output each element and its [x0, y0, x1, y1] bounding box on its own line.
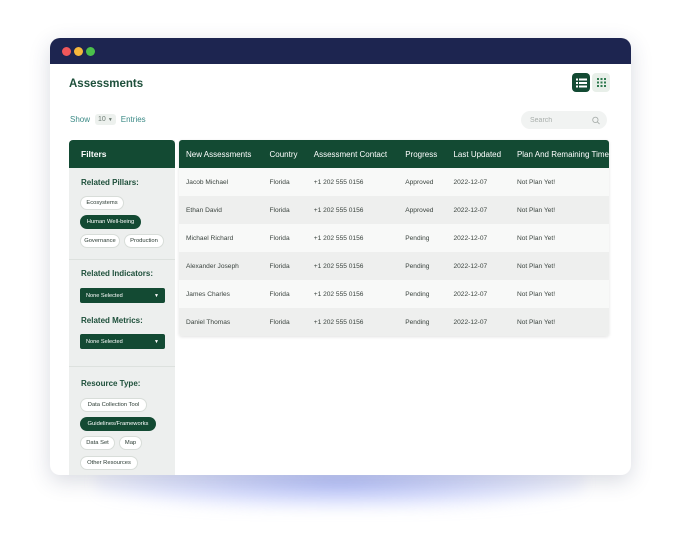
related-indicators-label: Related Indicators:: [81, 269, 154, 278]
app-window: Assessments Show 10 ▼ Entries Search Fil…: [50, 38, 631, 475]
search-icon: [592, 116, 600, 124]
related-metrics-dropdown[interactable]: None Selected ▼: [80, 334, 165, 349]
entries-value: 10: [98, 116, 106, 123]
cell-country: Florida: [269, 234, 290, 242]
related-metrics-label: Related Metrics:: [81, 316, 143, 325]
cell-progress: Approved: [405, 178, 434, 186]
grid-view-button[interactable]: [592, 73, 610, 92]
resource-chip-other-resources[interactable]: Other Resources: [80, 456, 138, 470]
cell-contact: +1 202 555 0156: [313, 290, 364, 298]
cell-plan: Not Plan Yet!: [516, 318, 556, 326]
minimize-window-button[interactable]: [74, 47, 83, 56]
dropdown-value: None Selected: [86, 292, 123, 299]
column-header-progress[interactable]: Progress: [398, 140, 446, 168]
cell-plan: Not Plan Yet!: [516, 178, 556, 186]
grid-view-icon: [596, 78, 606, 87]
entries-label: Entries: [120, 115, 146, 124]
list-view-button[interactable]: [572, 73, 590, 92]
table-row[interactable]: Michael Richard Florida +1 202 555 0156 …: [179, 224, 609, 252]
caret-down-icon: ▼: [154, 338, 159, 345]
cell-contact: +1 202 555 0156: [313, 178, 364, 186]
list-view-icon: [575, 78, 587, 87]
pillar-chip-ecosystems[interactable]: Ecosystems: [80, 196, 124, 210]
column-header-new-assessments[interactable]: New Assessments: [179, 140, 262, 168]
cell-name: Michael Richard: [186, 234, 234, 242]
pillar-chip-production[interactable]: Production: [124, 234, 164, 248]
cell-country: Florida: [269, 290, 290, 298]
cell-last-updated: 2022-12-07: [453, 318, 488, 326]
column-header-assessment-contact[interactable]: Assessment Contact: [307, 140, 398, 168]
cell-contact: +1 202 555 0156: [313, 262, 364, 270]
dropdown-value: None Selected: [86, 338, 123, 345]
maximize-window-button[interactable]: [86, 47, 95, 56]
cell-name: Alexander Joseph: [186, 262, 239, 270]
resource-chip-guidelines-frameworks[interactable]: Guidelines/Frameworks: [80, 417, 156, 431]
entries-select[interactable]: 10 ▼: [95, 114, 116, 125]
column-header-last-updated[interactable]: Last Updated: [446, 140, 509, 168]
cell-name: James Charles: [186, 290, 230, 298]
section-divider: [69, 366, 175, 367]
cell-plan: Not Plan Yet!: [516, 290, 556, 298]
cell-last-updated: 2022-12-07: [453, 262, 488, 270]
cell-progress: Pending: [405, 318, 430, 326]
chevron-down-icon: ▼: [107, 116, 113, 123]
resource-chip-map[interactable]: Map: [119, 436, 142, 450]
caret-down-icon: ▼: [154, 292, 159, 299]
cell-country: Florida: [269, 318, 290, 326]
cell-name: Daniel Thomas: [186, 318, 231, 326]
pillar-chip-human-well-being[interactable]: Human Well-being: [80, 215, 141, 229]
column-header-country[interactable]: Country: [262, 140, 306, 168]
cell-last-updated: 2022-12-07: [453, 206, 488, 214]
cell-country: Florida: [269, 206, 290, 214]
table-row[interactable]: Jacob Michael Florida +1 202 555 0156 Ap…: [179, 168, 609, 196]
table-row[interactable]: James Charles Florida +1 202 555 0156 Pe…: [179, 280, 609, 308]
cell-plan: Not Plan Yet!: [516, 234, 556, 242]
page-title: Assessments: [69, 78, 144, 90]
cell-country: Florida: [269, 262, 290, 270]
table-header-row: New Assessments Country Assessment Conta…: [179, 140, 609, 168]
cell-progress: Pending: [405, 290, 430, 298]
related-indicators-dropdown[interactable]: None Selected ▼: [80, 288, 165, 303]
cell-last-updated: 2022-12-07: [453, 178, 488, 186]
window-titlebar: [50, 38, 631, 64]
section-divider: [69, 259, 175, 260]
cell-progress: Approved: [405, 206, 434, 214]
cell-name: Jacob Michael: [186, 178, 229, 186]
search-input[interactable]: [528, 115, 592, 125]
cell-progress: Pending: [405, 234, 430, 242]
search-box: [521, 111, 607, 129]
cell-plan: Not Plan Yet!: [516, 206, 556, 214]
cell-name: Ethan David: [186, 206, 222, 214]
resource-type-label: Resource Type:: [81, 379, 141, 388]
entries-control: Show 10 ▼ Entries: [70, 114, 146, 125]
resource-chip-data-set[interactable]: Data Set: [80, 436, 115, 450]
table-row[interactable]: Alexander Joseph Florida +1 202 555 0156…: [179, 252, 609, 280]
filters-sidebar: Filters Related Pillars: Ecosystems Huma…: [69, 140, 175, 475]
resource-chip-data-collection-tool[interactable]: Data Collection Tool: [80, 398, 147, 412]
cell-plan: Not Plan Yet!: [516, 262, 556, 270]
cell-progress: Pending: [405, 262, 430, 270]
view-toggle: [572, 73, 610, 92]
pillar-chip-governance[interactable]: Governance: [80, 234, 120, 248]
show-label: Show: [70, 115, 91, 124]
table-row[interactable]: Ethan David Florida +1 202 555 0156 Appr…: [179, 196, 609, 224]
column-header-plan-remaining-time[interactable]: Plan And Remaining Time: [510, 140, 609, 168]
cell-contact: +1 202 555 0156: [313, 318, 364, 326]
cell-last-updated: 2022-12-07: [453, 234, 488, 242]
filters-header: Filters: [69, 140, 175, 168]
table-row[interactable]: Daniel Thomas Florida +1 202 555 0156 Pe…: [179, 308, 609, 336]
cell-contact: +1 202 555 0156: [313, 234, 364, 242]
cell-country: Florida: [269, 178, 290, 186]
assessments-table: New Assessments Country Assessment Conta…: [179, 140, 609, 336]
related-pillars-label: Related Pillars:: [81, 178, 139, 187]
cell-contact: +1 202 555 0156: [313, 206, 364, 214]
cell-last-updated: 2022-12-07: [453, 290, 488, 298]
close-window-button[interactable]: [62, 47, 71, 56]
